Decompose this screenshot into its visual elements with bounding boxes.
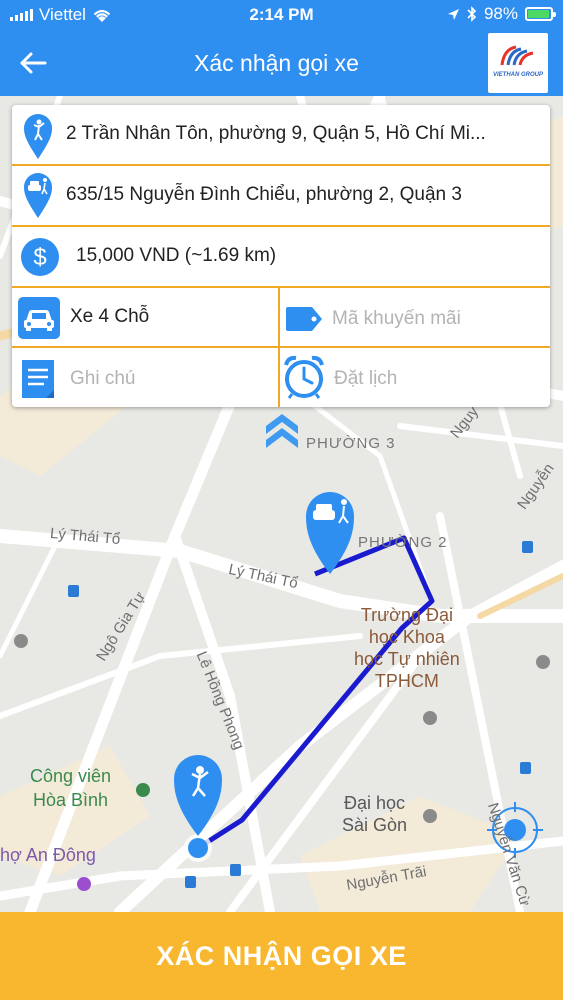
- pickup-address: 2 Trần Nhân Tôn, phường 9, Quận 5, Hồ Ch…: [66, 123, 486, 144]
- map-label-ward-3: PHƯỜNG 3: [306, 435, 396, 452]
- alarm-clock-icon: [284, 355, 324, 399]
- promo-code-field[interactable]: Mã khuyến mãi: [280, 288, 550, 346]
- price-estimate: 15,000 VND (~1.69 km): [76, 245, 277, 266]
- svg-text:$: $: [33, 244, 46, 271]
- note-icon: [22, 360, 54, 398]
- vehicle-type: Xe 4 Chỗ: [70, 306, 150, 327]
- car-icon: [18, 297, 60, 339]
- map-label-university-khtn: Trường Đại học Khoa học Tự nhiên TPHCM: [354, 604, 460, 692]
- dropoff-address: 635/15 Nguyễn Đình Chiểu, phường 2, Quận…: [66, 184, 462, 205]
- company-logo: VIETHAN GROUP: [488, 33, 548, 93]
- pickup-row[interactable]: 2 Trần Nhân Tôn, phường 9, Quận 5, Hồ Ch…: [12, 105, 550, 165]
- schedule-placeholder: Đặt lịch: [334, 368, 398, 389]
- dropoff-location-icon: [24, 173, 52, 218]
- map-label-university-saigon: Đại học Sài Gòn: [342, 792, 407, 836]
- map-label-ward-2: PHƯỜNG 2: [358, 534, 448, 551]
- map-label-park: Công viên Hòa Bình: [30, 764, 111, 812]
- note-field[interactable]: Ghi chú: [12, 348, 278, 407]
- dollar-icon: $: [21, 238, 59, 276]
- pickup-location-icon: [24, 114, 52, 159]
- battery-icon: [525, 7, 556, 21]
- note-placeholder: Ghi chú: [70, 368, 136, 389]
- poi-text: hợ An Đông: [0, 845, 96, 865]
- schedule-field[interactable]: Đặt lịch: [280, 348, 550, 407]
- poi-text: Công viên Hòa Bình: [30, 766, 112, 810]
- trip-info-card: 2 Trần Nhân Tôn, phường 9, Quận 5, Hồ Ch…: [12, 105, 550, 407]
- bluetooth-icon: [467, 6, 477, 22]
- page-title: Xác nhận gọi xe: [194, 50, 359, 76]
- battery-percent: 98%: [483, 4, 518, 23]
- promo-code-placeholder: Mã khuyến mãi: [332, 308, 461, 329]
- price-row: $ 15,000 VND (~1.69 km): [12, 227, 550, 287]
- note-row: Ghi chú Đặt lịch: [12, 348, 550, 408]
- vehicle-selector[interactable]: Xe 4 Chỗ: [12, 288, 278, 346]
- dropoff-row[interactable]: 635/15 Nguyễn Đình Chiểu, phường 2, Quận…: [12, 166, 550, 226]
- map-label-market: hợ An Đông: [0, 844, 96, 866]
- status-right: 98%: [447, 4, 556, 24]
- poi-text: Đại học Sài Gòn: [342, 793, 408, 835]
- poi-text: Trường Đại học Khoa học Tự nhiên TPHCM: [354, 605, 460, 691]
- app-header: Viettel 2:14 PM 98% Xác nhận gọi xe VIET…: [0, 0, 563, 96]
- status-bar: Viettel 2:14 PM 98%: [0, 0, 563, 30]
- logo-mark-icon: [500, 45, 534, 66]
- vehicle-row: Xe 4 Chỗ Mã khuyến mãi: [12, 288, 550, 348]
- location-arrow-icon: [447, 8, 459, 20]
- logo-text: VIETHAN GROUP: [492, 72, 543, 78]
- confirm-booking-button[interactable]: XÁC NHẬN GỌI XE: [0, 912, 563, 1000]
- tag-icon: [286, 307, 322, 331]
